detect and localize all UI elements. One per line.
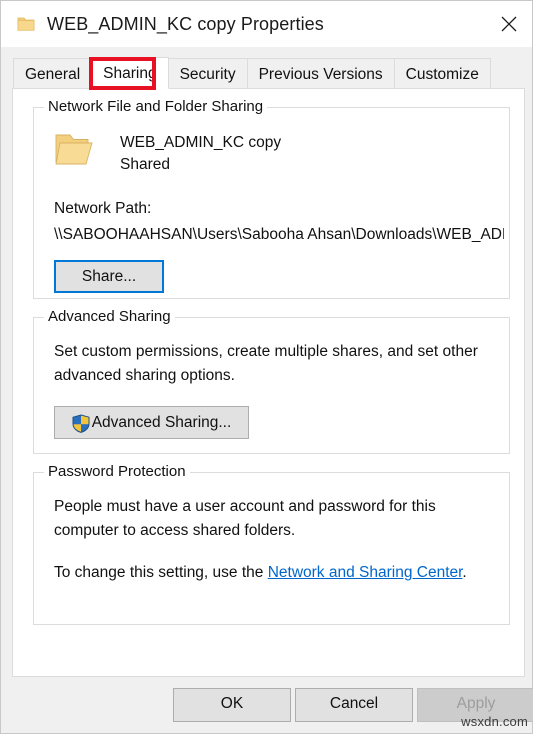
tab-strip: General Sharing Security Previous Versio…: [2, 47, 532, 89]
advanced-sharing-button-label: Advanced Sharing...: [91, 414, 232, 431]
uac-shield-icon: [72, 413, 90, 433]
share-button[interactable]: Share...: [54, 260, 164, 293]
shared-folder-name: WEB_ADMIN_KC copy: [120, 134, 282, 151]
tab-customize[interactable]: Customize: [393, 58, 491, 89]
tab-sharing[interactable]: Sharing: [91, 57, 169, 89]
password-protection-group-title: Password Protection: [44, 463, 190, 480]
advanced-sharing-description: Set custom permissions, create multiple …: [54, 343, 478, 384]
properties-dialog: WEB_ADMIN_KC copy Properties General Sha…: [0, 0, 533, 734]
advanced-sharing-button[interactable]: Advanced Sharing...: [54, 406, 249, 439]
window-title: WEB_ADMIN_KC copy Properties: [47, 13, 324, 34]
sharing-tab-panel: Network File and Folder Sharing WEB_ADMI…: [12, 88, 525, 677]
advanced-sharing-group: Advanced Sharing Set custom permissions,…: [33, 308, 510, 454]
shared-folder-status: Shared: [120, 156, 170, 173]
title-bar: WEB_ADMIN_KC copy Properties: [1, 1, 532, 47]
shared-folder-labels: WEB_ADMIN_KC copy Shared: [120, 130, 281, 176]
network-path-value: \\SABOOHAAHSAN\Users\Sabooha Ahsan\Downl…: [54, 226, 504, 243]
cancel-button[interactable]: Cancel: [295, 688, 413, 722]
change-setting-suffix: .: [462, 564, 467, 581]
watermark: wsxdn.com: [461, 714, 528, 729]
tab-general[interactable]: General: [13, 58, 93, 89]
folder-icon: [17, 16, 35, 32]
advanced-sharing-group-title: Advanced Sharing: [44, 308, 175, 325]
close-icon[interactable]: [486, 1, 532, 47]
network-file-and-folder-sharing-group: Network File and Folder Sharing WEB_ADMI…: [33, 98, 510, 299]
shared-folder-row: WEB_ADMIN_KC copy Shared: [54, 130, 281, 176]
change-setting-prefix: To change this setting, use the: [54, 564, 268, 581]
tab-security[interactable]: Security: [167, 58, 248, 89]
network-path-label: Network Path:: [54, 200, 152, 217]
tab-previous-versions[interactable]: Previous Versions: [246, 58, 395, 89]
password-protection-description: People must have a user account and pass…: [54, 498, 436, 539]
open-folder-icon: [54, 130, 100, 170]
network-and-sharing-center-link[interactable]: Network and Sharing Center: [268, 564, 463, 581]
ok-button[interactable]: OK: [173, 688, 291, 722]
password-protection-change-text: To change this setting, use the Network …: [54, 561, 494, 585]
password-protection-group: Password Protection People must have a u…: [33, 463, 510, 625]
network-sharing-group-title: Network File and Folder Sharing: [44, 98, 268, 115]
